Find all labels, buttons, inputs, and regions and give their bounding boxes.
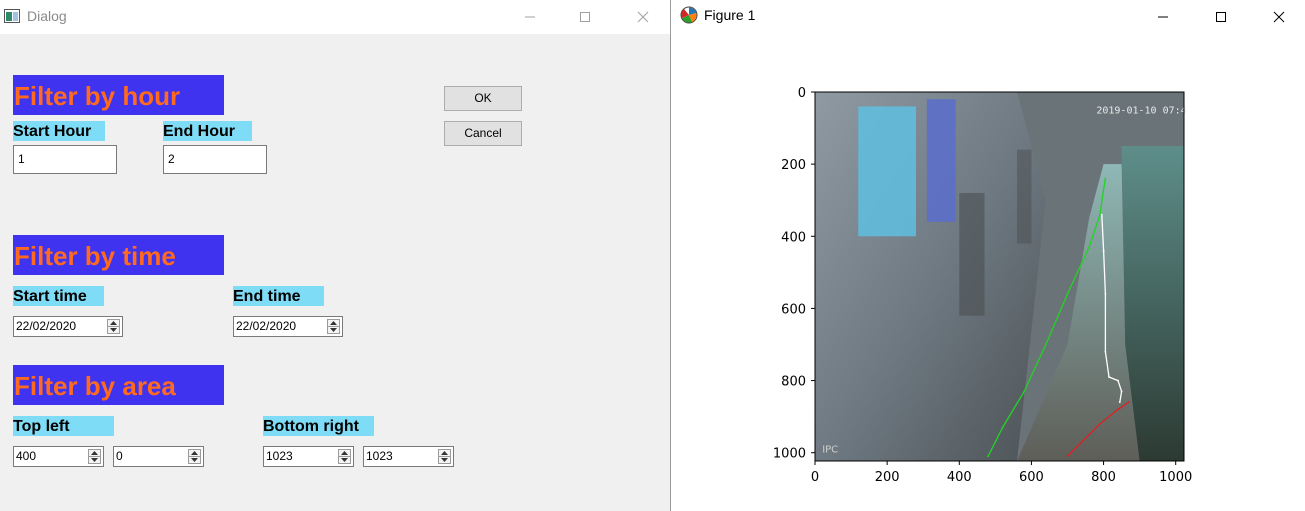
top-left-y-spin-arrows[interactable] [188, 449, 201, 464]
top-left-label: Top left [13, 416, 114, 436]
y-tick-label: 400 [781, 230, 806, 245]
trajectory-point [1066, 455, 1069, 458]
ok-button[interactable]: OK [444, 86, 522, 111]
y-tick-label: 1000 [773, 447, 806, 462]
doorway [959, 192, 985, 316]
doorway-2 [1016, 149, 1032, 244]
trajectory-point [1117, 379, 1119, 382]
image-watermark: IPC [822, 445, 838, 456]
trajectory-point [1108, 376, 1110, 378]
end-time-label: End time [233, 286, 324, 306]
y-tick-label: 0 [798, 86, 806, 101]
trajectory-point [1066, 293, 1069, 295]
top-left-x-spin-arrows[interactable] [88, 449, 101, 464]
filter-by-time-heading: Filter by time [13, 235, 224, 275]
spin-down-icon[interactable] [89, 457, 100, 463]
bottom-right-label: Bottom right [263, 416, 374, 436]
top-left-y-input[interactable]: 0 [113, 446, 204, 467]
x-tick-label: 0 [811, 470, 819, 485]
start-hour-input[interactable]: 1 [13, 145, 117, 174]
spin-down-icon[interactable] [108, 327, 119, 333]
y-tick-label: 800 [781, 375, 806, 390]
bottom-right-x-value: 1023 [266, 449, 293, 463]
close-button[interactable] [620, 0, 666, 34]
x-tick-label: 1000 [1159, 470, 1192, 485]
top-left-x-value: 400 [16, 449, 37, 463]
minimize-icon [525, 16, 535, 18]
bottom-right-y-spin-arrows[interactable] [438, 449, 451, 464]
trajectory-point [1099, 213, 1101, 216]
trajectory-point [1102, 188, 1105, 191]
maximize-icon [580, 12, 590, 22]
trajectory-point [1104, 177, 1107, 180]
trajectory-point [1023, 390, 1026, 393]
bottom-right-y-input[interactable]: 1023 [363, 446, 454, 467]
trajectory-point [1120, 390, 1123, 393]
figure-window: Figure 1 2019-01-10 07:4 IPC 0 200 400 6… [671, 0, 1305, 511]
start-time-label: Start time [13, 286, 104, 306]
start-time-value: 22/02/2020 [16, 319, 77, 333]
plot-canvas[interactable]: 2019-01-10 07:4 IPC 0 200 400 600 800 1000 0 200… [671, 0, 1305, 511]
bottom-right-x-input[interactable]: 1023 [263, 446, 354, 467]
camera-image: 2019-01-10 07:4 IPC [815, 92, 1187, 462]
trajectory-point [1102, 249, 1105, 252]
top-left-x-input[interactable]: 400 [13, 446, 104, 467]
maximize-button[interactable] [562, 0, 608, 34]
app-icon [4, 9, 20, 23]
dialog-title: Dialog [27, 8, 67, 24]
bottom-right-y-value: 1023 [366, 449, 393, 463]
image-timestamp: 2019-01-10 07:4 [1096, 106, 1186, 117]
trajectory-point [1081, 440, 1083, 443]
bottom-right-x-spin-arrows[interactable] [338, 449, 351, 464]
trajectory-point [1117, 408, 1119, 411]
x-tick-label: 600 [1019, 470, 1044, 485]
trajectory-point [1088, 246, 1091, 249]
top-left-y-value: 0 [116, 449, 123, 463]
trajectory-point [1100, 213, 1103, 216]
x-tick-label: 800 [1091, 470, 1116, 485]
y-tick-label: 200 [781, 158, 806, 173]
spin-down-icon[interactable] [328, 327, 339, 333]
cancel-button[interactable]: Cancel [444, 121, 522, 146]
end-hour-input[interactable]: 2 [163, 145, 267, 174]
trajectory-point [1104, 350, 1107, 353]
trajectory-point [1044, 343, 1047, 346]
spin-down-icon[interactable] [339, 457, 350, 463]
start-time-date-input[interactable]: 22/02/2020 [13, 316, 123, 337]
minimize-button[interactable] [507, 0, 553, 34]
dialog-titlebar[interactable]: Dialog [0, 0, 670, 34]
end-time-date-input[interactable]: 22/02/2020 [233, 316, 343, 337]
filter-by-area-heading: Filter by area [13, 365, 224, 405]
blue-banner-2 [926, 99, 956, 222]
trajectory-point [1104, 293, 1107, 295]
filter-by-hour-heading: Filter by hour [13, 75, 224, 115]
trajectory-point [1099, 422, 1101, 425]
start-hour-label: Start Hour [13, 121, 105, 141]
start-time-spin-arrows[interactable] [107, 319, 120, 334]
x-tick-label: 200 [875, 470, 900, 485]
spin-down-icon[interactable] [189, 457, 200, 463]
blue-banner [858, 106, 916, 237]
trajectory-point [987, 455, 990, 458]
dialog-window: Dialog OK Cancel Filter by hour Start Ho… [0, 0, 670, 511]
trajectory-point [1118, 401, 1121, 404]
y-tick-label: 600 [781, 302, 806, 317]
close-icon [637, 11, 649, 23]
end-time-spin-arrows[interactable] [327, 319, 340, 334]
trajectory-point [1127, 401, 1130, 404]
trajectory-point [1001, 426, 1004, 429]
spin-down-icon[interactable] [439, 457, 450, 463]
end-hour-label: End Hour [163, 121, 252, 141]
end-time-value: 22/02/2020 [236, 319, 297, 333]
x-tick-label: 400 [947, 470, 972, 485]
